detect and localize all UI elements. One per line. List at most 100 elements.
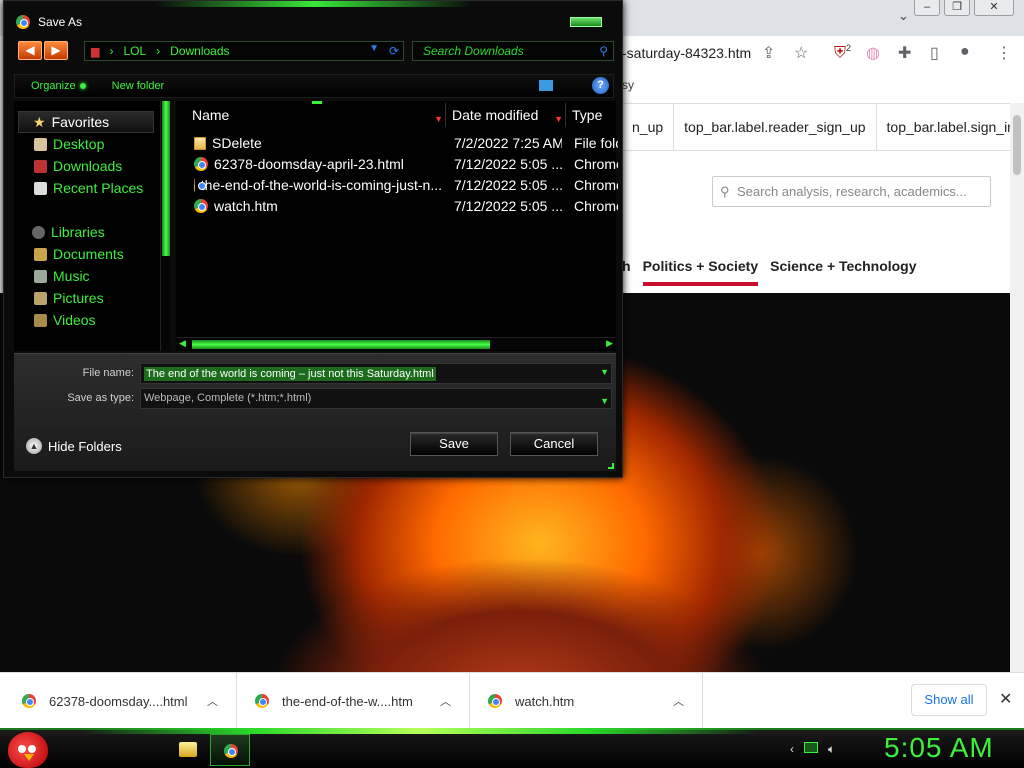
- volume-icon[interactable]: 🔈︎: [828, 742, 835, 757]
- menu-kebab-icon[interactable]: ⋮: [996, 43, 1012, 63]
- nav-pane-scrollbar[interactable]: [160, 101, 170, 351]
- column-date-label: Date modified: [452, 107, 539, 123]
- scroll-right-icon[interactable]: ▶: [606, 338, 613, 349]
- nav-item-recent-places[interactable]: Recent Places: [34, 180, 143, 196]
- nav-favorites[interactable]: ★ Favorites: [18, 111, 154, 133]
- extension-shield-icon[interactable]: ⛨2: [834, 43, 851, 62]
- top-nav-item-sign-in[interactable]: top_bar.label.sign_in: [877, 104, 1024, 150]
- back-arrow-icon[interactable]: ◀: [18, 41, 42, 60]
- restore-icon[interactable]: ❐: [944, 0, 970, 16]
- file-name: 62378-doomsday-april-23.html: [214, 156, 404, 172]
- recent-places-icon: [34, 181, 47, 195]
- resize-grip[interactable]: [608, 463, 614, 469]
- file-type: File folc: [574, 135, 618, 151]
- close-window-icon[interactable]: ✕: [974, 0, 1014, 16]
- help-icon[interactable]: ?: [592, 77, 609, 94]
- breadcrumb-downloads[interactable]: Downloads: [170, 44, 229, 58]
- top-nav-item-sign-up[interactable]: n_up: [622, 104, 675, 150]
- column-type[interactable]: Type: [566, 103, 616, 127]
- save-type-value: Webpage, Complete (*.htm;*.html): [144, 392, 312, 404]
- scroll-left-icon[interactable]: ◀: [179, 338, 186, 349]
- column-date-modified[interactable]: Date modified ▼: [446, 103, 566, 127]
- taskbar-file-explorer[interactable]: [170, 734, 210, 766]
- save-type-dropdown-icon[interactable]: ▼: [600, 392, 609, 411]
- save-button[interactable]: Save: [410, 432, 498, 456]
- file-name-dropdown-icon[interactable]: ▼: [600, 367, 609, 377]
- share-icon[interactable]: ⇪: [762, 43, 775, 63]
- site-search-placeholder: Search analysis, research, academics...: [737, 184, 967, 199]
- address-bar-url[interactable]: -saturday-84323.htm: [622, 45, 751, 61]
- category-partial[interactable]: h: [622, 258, 631, 286]
- nav-pane-scrollbar-thumb[interactable]: [162, 101, 170, 256]
- hide-folders-button[interactable]: ▲ Hide Folders: [26, 438, 122, 454]
- file-row[interactable]: 62378-doomsday-april-23.html 7/12/2022 5…: [176, 156, 618, 177]
- column-name-label: Name: [192, 107, 230, 123]
- minimize-icon[interactable]: –: [914, 0, 940, 16]
- chevron-up-icon[interactable]: ︿: [207, 693, 218, 709]
- dialog-search-input[interactable]: Search Downloads ⚲: [412, 41, 614, 61]
- chrome-icon: [255, 694, 269, 708]
- refresh-icon[interactable]: ⟳: [389, 44, 399, 58]
- download-item[interactable]: the-end-of-the-w....htm ︿: [237, 673, 470, 729]
- bookmarks-bar-text[interactable]: sy: [622, 78, 634, 92]
- site-search-input[interactable]: ⚲ Search analysis, research, academics..…: [712, 176, 991, 207]
- download-item-name: watch.htm: [515, 693, 575, 709]
- close-icon[interactable]: ✕: [999, 689, 1012, 709]
- nav-libraries-label: Libraries: [51, 224, 105, 240]
- nav-documents-label: Documents: [53, 246, 124, 262]
- file-name-label: File name:: [82, 367, 134, 379]
- dialog-top-glow: [154, 1, 474, 7]
- network-icon[interactable]: [804, 742, 818, 753]
- dialog-close-button[interactable]: [570, 17, 602, 27]
- tab-search-chevron-icon[interactable]: ⌄: [898, 8, 909, 24]
- download-item[interactable]: 62378-doomsday....html ︿: [0, 673, 237, 729]
- taskbar-chrome[interactable]: [210, 734, 250, 766]
- tray-expand-icon[interactable]: ‹: [790, 742, 794, 757]
- file-name-input[interactable]: The end of the world is coming – just no…: [140, 363, 612, 384]
- page-scrollbar[interactable]: [1010, 103, 1024, 672]
- nav-item-pictures[interactable]: Pictures: [34, 290, 104, 306]
- chevron-up-icon[interactable]: ︿: [440, 693, 451, 709]
- dialog-address-bar[interactable]: ▆ › LOL › Downloads ▼ ⟳: [84, 41, 404, 61]
- page-scrollbar-thumb[interactable]: [1013, 115, 1021, 175]
- file-row[interactable]: SDelete 7/2/2022 7:25 AM File folc: [176, 135, 618, 156]
- taskbar-clock[interactable]: 5:05 AM: [884, 732, 994, 764]
- chevron-up-icon[interactable]: ︿: [673, 693, 684, 709]
- nav-item-videos[interactable]: Videos: [34, 312, 96, 328]
- show-all-button[interactable]: Show all: [911, 684, 987, 716]
- column-type-label: Type: [572, 107, 603, 123]
- folder-location-icon: ▆: [91, 45, 100, 58]
- dialog-title: Save As: [38, 15, 83, 29]
- nav-recent-places-label: Recent Places: [53, 180, 144, 196]
- file-row[interactable]: the-end-of-the-world-is-coming-just-n...…: [176, 177, 618, 198]
- extension-flag-icon[interactable]: ◍: [866, 43, 880, 63]
- download-item[interactable]: watch.htm ︿: [470, 673, 703, 729]
- extensions-puzzle-icon[interactable]: ✚: [898, 43, 911, 63]
- change-view-icon[interactable]: [539, 80, 553, 91]
- nav-libraries[interactable]: Libraries: [32, 224, 105, 240]
- start-button-angry-bird-icon[interactable]: [8, 732, 48, 768]
- column-name[interactable]: Name ▼: [176, 103, 446, 127]
- nav-item-desktop[interactable]: Desktop: [34, 136, 104, 152]
- category-politics-society[interactable]: Politics + Society: [642, 258, 759, 286]
- forward-arrow-icon[interactable]: ▶: [44, 41, 68, 60]
- organize-button[interactable]: Organize: [31, 80, 86, 92]
- address-dropdown-icon[interactable]: ▼: [369, 43, 379, 54]
- cancel-button[interactable]: Cancel: [510, 432, 598, 456]
- category-science-technology[interactable]: Science + Technology: [770, 258, 916, 286]
- profile-avatar-icon[interactable]: ●: [960, 43, 970, 61]
- top-nav-item-reader-sign-up[interactable]: top_bar.label.reader_sign_up: [674, 104, 877, 150]
- new-folder-button[interactable]: New folder: [112, 80, 165, 92]
- organize-dropdown-icon: [79, 83, 86, 89]
- save-type-select[interactable]: Webpage, Complete (*.htm;*.html) ▼: [140, 388, 612, 409]
- bookmark-star-icon[interactable]: ☆: [794, 43, 808, 63]
- file-list-horizontal-scrollbar[interactable]: ◀ ▶: [176, 337, 616, 350]
- breadcrumb-lol[interactable]: LOL: [123, 44, 146, 58]
- file-type: Chrome: [574, 198, 618, 214]
- nav-item-downloads[interactable]: Downloads: [34, 158, 122, 174]
- side-panel-icon[interactable]: ▯: [930, 43, 939, 63]
- nav-item-documents[interactable]: Documents: [34, 246, 124, 262]
- nav-item-music[interactable]: Music: [34, 268, 90, 284]
- horizontal-scrollbar-thumb[interactable]: [192, 340, 490, 349]
- file-row[interactable]: watch.htm 7/12/2022 5:05 ... Chrome: [176, 198, 618, 219]
